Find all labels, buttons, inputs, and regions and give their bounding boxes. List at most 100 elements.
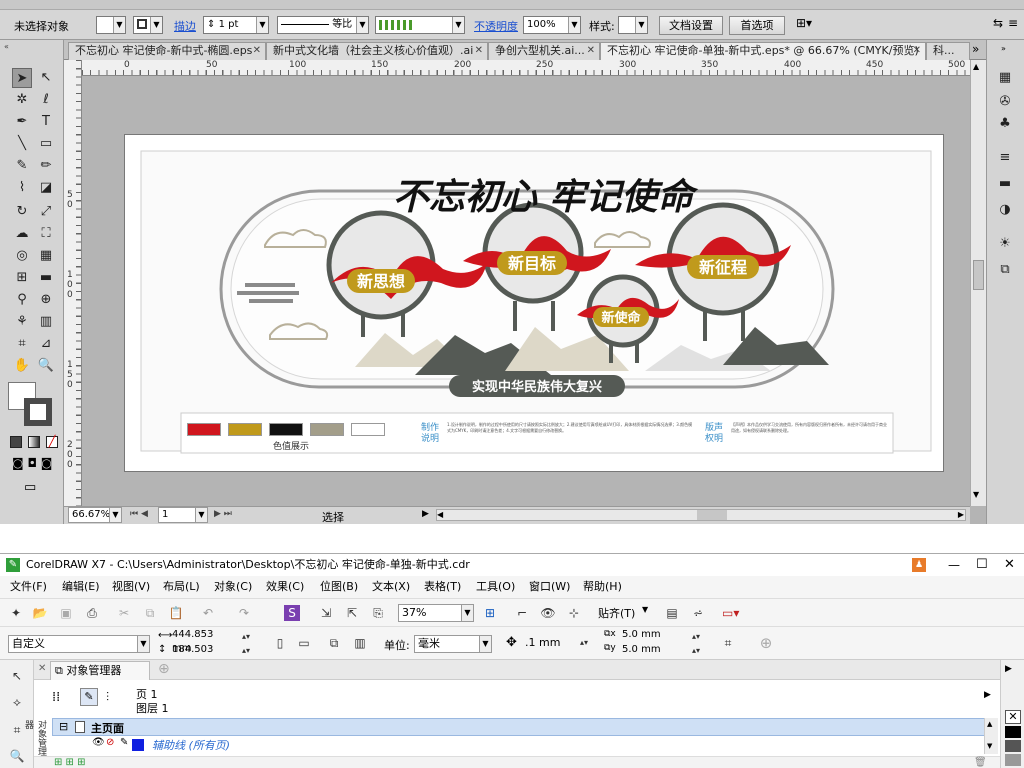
next-page-icon[interactable]: ▶ ⏭ xyxy=(214,509,232,519)
portrait-icon[interactable]: ▯ xyxy=(272,635,288,651)
user-icon[interactable]: ♟ xyxy=(912,558,926,572)
import-icon[interactable]: ⇲ xyxy=(318,605,334,621)
scroll-up-icon[interactable]: ▲ xyxy=(987,720,992,728)
rotate-tool-icon[interactable]: ↻ xyxy=(12,202,32,222)
publish-pdf-icon[interactable]: ⎘ xyxy=(370,605,386,621)
mesh-tool-icon[interactable]: ⊞ xyxy=(12,268,32,288)
eyedropper-tool-icon[interactable]: ⚲ xyxy=(12,290,32,310)
panel-menu-icon[interactable]: ⇆ xyxy=(993,16,1003,30)
scroll-right-icon[interactable]: ▶ xyxy=(958,510,964,519)
stroke-swatch[interactable] xyxy=(24,398,52,426)
scale-tool-icon[interactable]: ⤢ xyxy=(36,202,56,222)
page-number-input[interactable]: 1 ▼ xyxy=(158,507,208,523)
scroll-thumb[interactable] xyxy=(697,510,727,520)
lock-pencil-icon[interactable]: ✎ xyxy=(120,737,128,748)
save-icon[interactable]: ▣ xyxy=(58,605,74,621)
zoom-level-select[interactable]: 37% ▼ xyxy=(398,604,474,622)
shape-tool-icon[interactable]: ⟡ xyxy=(9,694,25,710)
appearance-panel-icon[interactable]: ☀ xyxy=(995,234,1015,254)
close-icon[interactable]: ✕ xyxy=(587,43,595,59)
tabs-overflow-icon[interactable]: » xyxy=(972,42,979,56)
pencil-tool-icon[interactable]: ✏ xyxy=(36,156,56,176)
brushes-panel-icon[interactable]: ✇ xyxy=(995,92,1015,112)
menu-table[interactable]: 表格(T) xyxy=(424,576,461,598)
menu-tools[interactable]: 工具(O) xyxy=(476,576,515,598)
pick-tool-icon[interactable]: ↖ xyxy=(9,668,25,684)
color-mode-icon[interactable] xyxy=(10,436,22,448)
all-pages-icon[interactable]: ⧉ xyxy=(326,635,342,651)
open-folder-icon[interactable]: 📂 xyxy=(32,605,48,621)
copy-icon[interactable]: ⧉ xyxy=(142,605,158,621)
color-panel-icon[interactable]: ▦ xyxy=(995,68,1015,88)
opacity-link[interactable]: 不透明度 xyxy=(474,18,518,34)
stroke-panel-icon[interactable]: ≡ xyxy=(995,148,1015,168)
current-page-icon[interactable]: ▥ xyxy=(352,635,368,651)
type-tool-icon[interactable]: T xyxy=(36,112,56,132)
status-menu-icon[interactable]: ▶ xyxy=(422,509,429,519)
collapse-icon[interactable]: ⊟ xyxy=(59,720,68,733)
stroke-color-picker[interactable]: ▼ xyxy=(133,16,163,34)
printer-disabled-icon[interactable]: ⊘ xyxy=(106,737,114,748)
tab-object-manager[interactable]: ⧉ 对象管理器 xyxy=(50,661,150,680)
first-page-icon[interactable]: ⏮ ◀ xyxy=(130,509,148,519)
close-button[interactable]: ✕ xyxy=(1004,554,1015,576)
menu-layout[interactable]: 布局(L) xyxy=(163,576,200,598)
warp-tool-icon[interactable]: ☁ xyxy=(12,224,32,244)
scroll-up-icon[interactable]: ▲ xyxy=(973,62,979,71)
stepper-icon[interactable]: ▴▾ xyxy=(238,643,254,659)
variable-width-profile[interactable]: 等比 ▼ xyxy=(277,16,369,34)
opacity-input[interactable]: 100% ▼ xyxy=(523,16,581,34)
fill-color-picker[interactable]: ▼ xyxy=(96,16,126,34)
rectangle-tool-icon[interactable]: ▭ xyxy=(36,134,56,154)
undo-icon[interactable]: ↶ xyxy=(200,605,216,621)
menu-view[interactable]: 视图(V) xyxy=(112,576,150,598)
none-mode-icon[interactable]: ╱ xyxy=(46,436,58,448)
perspective-tool-icon[interactable]: ▦ xyxy=(36,246,56,266)
stepper-icon[interactable]: ▴▾ xyxy=(688,643,704,659)
search-content-icon[interactable]: S xyxy=(284,605,300,621)
magic-wand-tool-icon[interactable]: ✲ xyxy=(12,90,32,110)
close-icon[interactable]: ✕ xyxy=(253,43,261,59)
eraser-tool-icon[interactable]: ◪ xyxy=(36,178,56,198)
slice-tool-icon[interactable]: ⊿ xyxy=(36,334,56,354)
zoom-tool-icon[interactable]: 🔍 xyxy=(36,356,56,376)
palette-arrow-icon[interactable]: ▶ xyxy=(1005,664,1012,674)
grid-icon[interactable]: ⊹ xyxy=(566,605,582,621)
menu-bitmaps[interactable]: 位图(B) xyxy=(320,576,358,598)
symbols-panel-icon[interactable]: ♣ xyxy=(995,114,1015,134)
stroke-weight-input[interactable]: ⇕ 1 pt ▼ xyxy=(203,16,269,34)
print-icon[interactable]: ⎙ xyxy=(84,605,100,621)
rulers-icon[interactable]: ⌐ xyxy=(514,605,530,621)
menu-file[interactable]: 文件(F) xyxy=(10,576,47,598)
delete-icon[interactable]: 🗑 xyxy=(974,757,987,768)
units-select[interactable]: 毫米 ▼ xyxy=(414,635,492,653)
nudge-input[interactable]: .1 mm xyxy=(522,635,576,653)
artboard-tool-icon[interactable]: ⌗ xyxy=(12,334,32,354)
vertical-scrollbar[interactable]: ▲ ▼ xyxy=(970,60,986,506)
menu-lines-icon[interactable]: ≡ xyxy=(1008,16,1018,30)
graphic-style-picker[interactable]: ▼ xyxy=(618,16,648,34)
stroke-link[interactable]: 描边 xyxy=(174,18,196,34)
blob-brush-tool-icon[interactable]: ⌇ xyxy=(12,178,32,198)
black-swatch[interactable] xyxy=(1005,726,1021,738)
tab-doc-2[interactable]: 新中式文化墙（社会主义核心价值观）.ai ✕ xyxy=(266,42,488,60)
full-screen-icon[interactable]: ⊞ xyxy=(482,605,498,621)
scroll-down-icon[interactable]: ▼ xyxy=(973,490,979,499)
no-color-swatch[interactable]: ✕ xyxy=(1005,710,1021,724)
column-graph-tool-icon[interactable]: ▥ xyxy=(36,312,56,332)
menu-window[interactable]: 窗口(W) xyxy=(529,576,570,598)
gray-swatch[interactable] xyxy=(1005,754,1021,766)
paintbrush-tool-icon[interactable]: ✎ xyxy=(12,156,32,176)
shape-builder-tool-icon[interactable]: ◎ xyxy=(12,246,32,266)
menu-text[interactable]: 文本(X) xyxy=(372,576,410,598)
artboard[interactable]: 新思想 新目标 新使命 新征程 不忘初心 牢记使命 实现中华民族伟大复兴 色值展… xyxy=(124,134,944,472)
page-height-input[interactable]: 184.503 mm xyxy=(172,643,234,669)
transparency-panel-icon[interactable]: ◑ xyxy=(995,200,1015,220)
tab-doc-4-active[interactable]: 不忘初心 牢记使命-单独-新中式.eps* @ 66.67% (CMYK/预览)… xyxy=(600,42,926,60)
collapse-icon[interactable]: « xyxy=(4,42,9,51)
edit-across-layers-icon[interactable]: ✎ xyxy=(80,688,98,706)
layers-panel-icon[interactable]: ⧉ xyxy=(995,260,1015,280)
landscape-icon[interactable]: ▭ xyxy=(296,635,312,651)
page-size-select[interactable]: 自定义 ▼ xyxy=(8,635,150,653)
horizontal-scrollbar[interactable]: ◀ ▶ xyxy=(436,509,966,521)
